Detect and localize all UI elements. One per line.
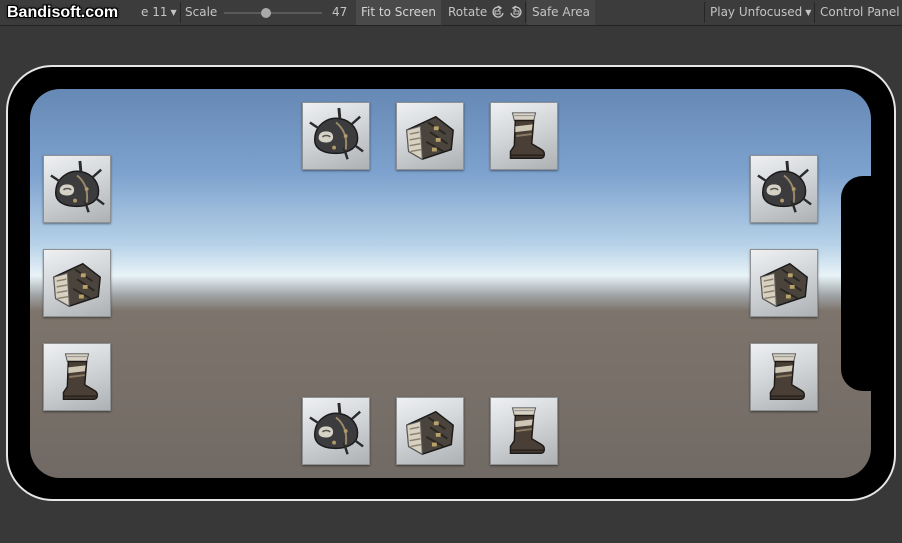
gauntlet-icon [48, 254, 106, 312]
item-slot-left-2[interactable] [43, 249, 111, 317]
watermark: Bandisoft.com [7, 4, 119, 21]
spiked-helmet-icon [48, 160, 106, 218]
fit-to-screen-button[interactable]: Fit to Screen [356, 0, 441, 25]
device-notch [841, 176, 871, 391]
spiked-helmet-icon [307, 402, 365, 460]
item-slot-right-1[interactable] [750, 155, 818, 223]
rotate-left-icon[interactable] [490, 4, 506, 20]
scale-value: 47 [332, 5, 348, 19]
item-slot-top-2[interactable] [396, 102, 464, 170]
spiked-helmet-icon [307, 107, 365, 165]
scale-label: Scale [185, 5, 218, 19]
boot-icon [495, 107, 553, 165]
boot-icon [495, 402, 553, 460]
scale-slider-handle[interactable] [261, 8, 271, 18]
rotate-label: Rotate [448, 5, 488, 19]
item-slot-left-3[interactable] [43, 343, 111, 411]
item-slot-top-1[interactable] [302, 102, 370, 170]
item-slot-top-3[interactable] [490, 102, 558, 170]
rotate-right-icon[interactable] [508, 4, 524, 20]
device-dropdown-label: e 11 [141, 5, 168, 19]
gauntlet-icon [755, 254, 813, 312]
divider [704, 2, 705, 23]
device-dropdown[interactable]: e 11 ▼ [141, 0, 177, 25]
safe-area-toggle[interactable]: Safe Area [527, 0, 595, 25]
item-slot-bottom-1[interactable] [302, 397, 370, 465]
spiked-helmet-icon [755, 160, 813, 218]
divider [525, 2, 526, 23]
scale-slider[interactable] [224, 12, 322, 14]
gauntlet-icon [401, 402, 459, 460]
boot-icon [48, 348, 106, 406]
item-slot-bottom-2[interactable] [396, 397, 464, 465]
gauntlet-icon [401, 107, 459, 165]
play-mode-label: Play Unfocused [710, 5, 803, 19]
item-slot-right-3[interactable] [750, 343, 818, 411]
item-slot-bottom-3[interactable] [490, 397, 558, 465]
item-slot-left-1[interactable] [43, 155, 111, 223]
chevron-down-icon: ▼ [170, 8, 177, 17]
play-mode-dropdown[interactable]: Play Unfocused ▼ [710, 0, 811, 25]
chevron-down-icon: ▼ [805, 8, 812, 17]
item-slot-right-2[interactable] [750, 249, 818, 317]
game-view-toolbar: e 11 ▼ Scale 47 Fit to Screen Rotate Safe… [0, 0, 902, 26]
boot-icon [755, 348, 813, 406]
divider [814, 2, 815, 23]
divider [180, 2, 181, 23]
control-panel-button[interactable]: Control Panel [820, 0, 900, 25]
